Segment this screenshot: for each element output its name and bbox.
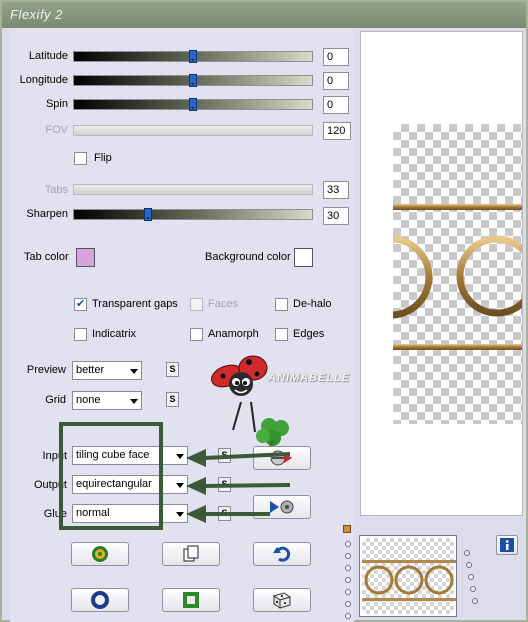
ring-button[interactable] bbox=[71, 588, 129, 612]
latitude-slider[interactable] bbox=[73, 50, 313, 63]
edges-checkbox[interactable] bbox=[275, 328, 288, 341]
faces-checkbox bbox=[190, 298, 203, 311]
copy-page-button[interactable] bbox=[162, 542, 220, 566]
fov-value: 120 bbox=[323, 122, 351, 140]
latitude-value[interactable]: 0 bbox=[323, 48, 349, 66]
longitude-slider[interactable] bbox=[73, 74, 313, 87]
sharpen-slider[interactable] bbox=[73, 208, 313, 221]
spin-slider[interactable] bbox=[73, 98, 313, 111]
preview-pane[interactable] bbox=[360, 31, 523, 516]
handle-dot[interactable] bbox=[464, 550, 470, 556]
handle-dot[interactable] bbox=[470, 586, 476, 592]
preview-s-button[interactable]: S bbox=[166, 362, 179, 377]
grid-s-button[interactable]: S bbox=[166, 392, 179, 407]
spin-label: Spin bbox=[45, 98, 68, 110]
square-frame-button[interactable] bbox=[162, 588, 220, 612]
transparent-gaps-checkbox[interactable] bbox=[74, 297, 87, 311]
handle-dot[interactable] bbox=[345, 589, 351, 595]
ring-icon bbox=[91, 591, 109, 609]
controls-panel: Latitude 0 Longitude 0 Spin 0 FOV 120 Fl… bbox=[10, 28, 354, 622]
sharpen-label: Sharpen bbox=[26, 208, 68, 220]
orange-marker bbox=[343, 525, 351, 533]
preview-thumbnail[interactable] bbox=[359, 535, 457, 617]
sharpen-value[interactable]: 30 bbox=[323, 207, 349, 225]
preview-select-value: better bbox=[76, 364, 105, 376]
settings-gear-icon bbox=[92, 546, 108, 562]
fov-label: FOV bbox=[45, 124, 68, 136]
info-button[interactable] bbox=[496, 535, 518, 555]
grid-select[interactable]: none bbox=[72, 391, 142, 410]
de-halo-checkbox[interactable] bbox=[275, 298, 288, 311]
tabs-value: 33 bbox=[323, 181, 349, 199]
rings-preview-image bbox=[393, 204, 522, 350]
settings-button[interactable] bbox=[71, 542, 129, 566]
flexify-window: Flexify 2 Latitude 0 Longitude 0 Spin 0 … bbox=[0, 0, 528, 622]
chevron-down-icon bbox=[130, 399, 138, 404]
latitude-slider-thumb[interactable] bbox=[189, 50, 197, 63]
de-halo-label: De-halo bbox=[293, 298, 332, 310]
annotation-highlight-box bbox=[59, 422, 163, 530]
edges-label: Edges bbox=[293, 328, 325, 340]
handle-dot[interactable] bbox=[345, 577, 351, 583]
dice-icon bbox=[272, 592, 292, 609]
longitude-value[interactable]: 0 bbox=[323, 72, 349, 90]
window-title: Flexify 2 bbox=[10, 7, 63, 22]
indicatrix-checkbox[interactable] bbox=[74, 328, 87, 341]
background-color-swatch[interactable] bbox=[294, 248, 313, 267]
tab-color-swatch[interactable] bbox=[76, 248, 95, 267]
handle-dot[interactable] bbox=[345, 565, 351, 571]
sharpen-slider-thumb[interactable] bbox=[144, 208, 152, 221]
flip-checkbox[interactable] bbox=[74, 152, 87, 165]
transparent-gaps-label: Transparent gaps bbox=[92, 298, 178, 310]
handle-dot[interactable] bbox=[468, 574, 474, 580]
thumbnail-rings-image bbox=[362, 560, 456, 601]
tab-color-label: Tab color bbox=[24, 251, 69, 263]
indicatrix-label: Indicatrix bbox=[92, 328, 137, 340]
handle-dot[interactable] bbox=[345, 541, 351, 547]
longitude-label: Longitude bbox=[19, 74, 68, 86]
handle-dot[interactable] bbox=[466, 562, 472, 568]
flip-label: Flip bbox=[94, 152, 112, 164]
copy-page-icon bbox=[183, 545, 199, 562]
watermark-text: ANIMABELLE bbox=[268, 372, 351, 384]
undo-arrow-icon bbox=[273, 546, 291, 562]
chevron-down-icon bbox=[130, 369, 138, 374]
grid-label: Grid bbox=[45, 394, 66, 406]
latitude-label: Latitude bbox=[28, 50, 68, 62]
spin-slider-thumb[interactable] bbox=[189, 98, 197, 111]
undo-button[interactable] bbox=[253, 542, 311, 566]
tabs-slider bbox=[73, 184, 313, 195]
title-bar: Flexify 2 bbox=[2, 2, 526, 28]
tabs-label: Tabs bbox=[44, 184, 68, 196]
anamorph-label: Anamorph bbox=[208, 328, 259, 340]
random-dice-button[interactable] bbox=[253, 588, 311, 612]
handle-dot[interactable] bbox=[472, 598, 478, 604]
square-frame-icon bbox=[183, 592, 199, 608]
grid-select-value: none bbox=[76, 394, 101, 406]
handle-dot[interactable] bbox=[345, 613, 351, 619]
anamorph-checkbox[interactable] bbox=[190, 328, 203, 341]
handle-dot[interactable] bbox=[345, 553, 351, 559]
preview-label: Preview bbox=[26, 364, 66, 376]
annotation-arrows-icon bbox=[186, 449, 291, 523]
longitude-slider-thumb[interactable] bbox=[189, 74, 197, 87]
info-icon bbox=[500, 538, 514, 552]
handle-dot[interactable] bbox=[345, 601, 351, 607]
faces-label: Faces bbox=[208, 298, 238, 310]
spin-value[interactable]: 0 bbox=[323, 96, 349, 114]
preview-select[interactable]: better bbox=[72, 361, 142, 380]
fov-slider bbox=[73, 125, 313, 136]
background-color-label: Background color bbox=[205, 251, 291, 263]
